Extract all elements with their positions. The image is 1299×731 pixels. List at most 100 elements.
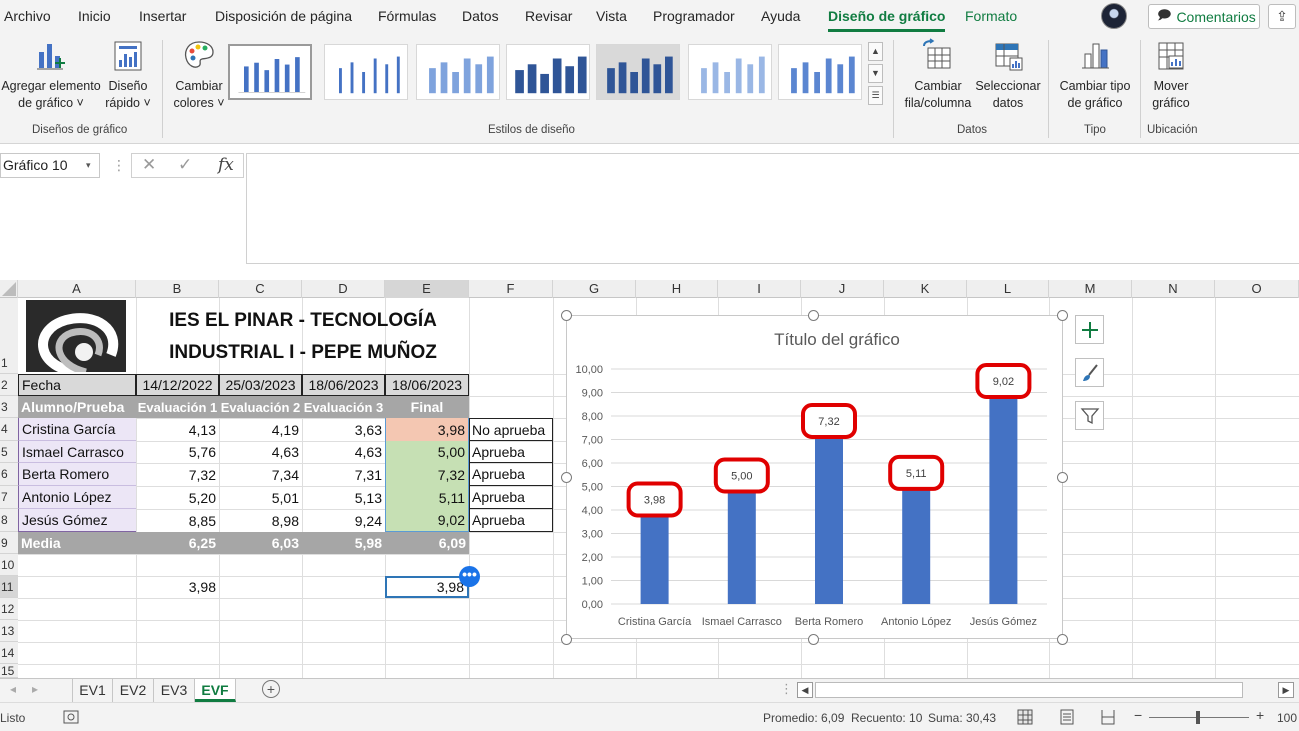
comments-button[interactable]: 🗩 Comentarios xyxy=(1148,4,1260,29)
cell-e11-active[interactable]: 3,98 xyxy=(385,576,469,598)
cell-d2[interactable]: 18/06/2023 xyxy=(302,374,385,396)
tab-diseno-grafico[interactable]: Diseño de gráfico xyxy=(828,8,946,32)
gallery-scroll-up-button[interactable]: ▲ xyxy=(868,42,883,61)
column-header-k[interactable]: K xyxy=(884,280,967,298)
row-header-13[interactable]: 13 xyxy=(0,620,18,642)
row-header-14[interactable]: 14 xyxy=(0,642,18,664)
cell-b4[interactable]: 4,13 xyxy=(136,418,219,441)
cell-f5[interactable]: Aprueba xyxy=(469,441,553,463)
column-header-b[interactable]: B xyxy=(136,280,219,298)
bar-1[interactable] xyxy=(640,510,669,604)
cell-e6[interactable]: 7,32 xyxy=(385,463,469,486)
column-header-n[interactable]: N xyxy=(1132,280,1215,298)
column-header-a[interactable]: A xyxy=(18,280,136,298)
quick-layout-button[interactable]: Diseño rápido ˅ xyxy=(102,38,154,112)
cell-f6[interactable]: Aprueba xyxy=(469,463,553,486)
column-header-o[interactable]: O xyxy=(1215,280,1299,298)
cell-e5[interactable]: 5,00 xyxy=(385,441,469,463)
chart-style-6-thumbnail[interactable] xyxy=(688,44,772,100)
chart-style-3-thumbnail[interactable] xyxy=(416,44,500,100)
row-header-7[interactable]: 7 xyxy=(0,486,18,509)
tab-insertar[interactable]: Insertar xyxy=(139,8,186,24)
enter-icon[interactable]: ✓ xyxy=(178,155,192,175)
cell-b9[interactable]: 6,25 xyxy=(136,532,219,554)
cell-a5[interactable]: Ismael Carrasco xyxy=(18,441,136,463)
change-colors-button[interactable]: Cambiar colores ˅ xyxy=(170,38,228,112)
bar-3[interactable] xyxy=(815,431,843,604)
cell-a6[interactable]: Berta Romero xyxy=(18,463,136,486)
scroll-right-button[interactable]: ▶ xyxy=(1278,682,1294,698)
scroll-tabs-left-icon[interactable]: ◂ xyxy=(10,682,16,696)
tab-datos[interactable]: Datos xyxy=(462,8,499,24)
chart-resize-handle-t[interactable] xyxy=(808,310,819,321)
cell-c4[interactable]: 4,19 xyxy=(219,418,302,441)
horizontal-scrollbar-thumb[interactable] xyxy=(815,682,1243,698)
cell-b6[interactable]: 7,32 xyxy=(136,463,219,486)
add-chart-element-button[interactable]: Agregar elemento de gráfico ˅ xyxy=(0,38,102,112)
tab-vista[interactable]: Vista xyxy=(596,8,627,24)
column-header-d[interactable]: D xyxy=(302,280,385,298)
cell-c6[interactable]: 7,34 xyxy=(219,463,302,486)
cell-a4[interactable]: Cristina García xyxy=(18,418,136,441)
cell-a2[interactable]: Fecha xyxy=(18,374,136,396)
column-header-g[interactable]: G xyxy=(553,280,636,298)
move-chart-button[interactable]: Mover gráfico xyxy=(1143,38,1199,112)
column-header-j[interactable]: J xyxy=(801,280,884,298)
cell-d9[interactable]: 5,98 xyxy=(302,532,385,554)
avatar[interactable] xyxy=(1101,3,1127,29)
cell-c8[interactable]: 8,98 xyxy=(219,509,302,532)
chart-style-1-thumbnail[interactable] xyxy=(228,44,312,100)
chart-filters-button[interactable] xyxy=(1075,401,1104,430)
cell-d7[interactable]: 5,13 xyxy=(302,486,385,509)
cell-d4[interactable]: 3,63 xyxy=(302,418,385,441)
row-header-1[interactable]: 1 xyxy=(0,298,18,374)
status-count[interactable]: Recuento: 10 xyxy=(851,711,922,725)
cell-c9[interactable]: 6,03 xyxy=(219,532,302,554)
switch-row-column-button[interactable]: Cambiar fila/columna xyxy=(899,38,977,112)
column-header-i[interactable]: I xyxy=(718,280,801,298)
cell-a7[interactable]: Antonio López xyxy=(18,486,136,509)
cell-c3[interactable]: Evaluación 2 xyxy=(219,396,302,418)
page-break-view-icon[interactable] xyxy=(1100,709,1116,725)
add-sheet-icon[interactable]: + xyxy=(262,680,280,698)
cell-b11[interactable]: 3,98 xyxy=(136,576,219,598)
share-button[interactable]: ⇪ xyxy=(1268,4,1296,29)
chart-resize-handle-b[interactable] xyxy=(808,634,819,645)
cell-b2[interactable]: 14/12/2022 xyxy=(136,374,219,396)
tab-archivo[interactable]: Archivo xyxy=(4,8,51,24)
status-sum[interactable]: Suma: 30,43 xyxy=(928,711,996,725)
tab-formulas[interactable]: Fórmulas xyxy=(378,8,436,24)
chart-resize-handle-bl[interactable] xyxy=(561,634,572,645)
column-header-c[interactable]: C xyxy=(219,280,302,298)
cell-c2[interactable]: 25/03/2023 xyxy=(219,374,302,396)
chart-area[interactable]: Título del gráfico 0,00 1,00 2,00 3,00 4,00 5,… xyxy=(566,315,1063,639)
select-all-corner[interactable] xyxy=(0,280,18,298)
column-header-f[interactable]: F xyxy=(469,280,553,298)
accessibility-icon[interactable] xyxy=(63,710,79,724)
cell-c7[interactable]: 5,01 xyxy=(219,486,302,509)
row-header-15[interactable]: 15 xyxy=(0,664,18,678)
column-header-l[interactable]: L xyxy=(967,280,1049,298)
row-header-4[interactable]: 4 xyxy=(0,418,18,441)
quick-analysis-more-icon[interactable]: ••• xyxy=(459,566,480,587)
row-header-9[interactable]: 9 xyxy=(0,532,18,554)
sheet-tab-evf[interactable]: EVF xyxy=(195,679,236,702)
scroll-left-button[interactable]: ◀ xyxy=(797,682,813,698)
zoom-level[interactable]: 100 xyxy=(1277,711,1297,725)
chart-resize-handle-r[interactable] xyxy=(1057,472,1068,483)
tab-inicio[interactable]: Inicio xyxy=(78,8,111,24)
cell-e4[interactable]: 3,98 xyxy=(385,418,469,441)
tab-formato[interactable]: Formato xyxy=(965,8,1017,24)
chart-style-2-thumbnail[interactable] xyxy=(324,44,408,100)
normal-view-icon[interactable] xyxy=(1017,709,1033,725)
cell-b8[interactable]: 8,85 xyxy=(136,509,219,532)
row-header-2[interactable]: 2 xyxy=(0,374,18,396)
cell-e3[interactable]: Final xyxy=(385,396,469,418)
tab-splitter-icon[interactable]: ⋮ xyxy=(780,681,793,697)
row-header-3[interactable]: 3 xyxy=(0,396,18,418)
scroll-tabs-right-icon[interactable]: ▸ xyxy=(32,682,38,696)
chart-resize-handle-tr[interactable] xyxy=(1057,310,1068,321)
chart-resize-handle-l[interactable] xyxy=(561,472,572,483)
select-data-button[interactable]: Seleccionar datos xyxy=(973,38,1043,112)
bar-5[interactable] xyxy=(989,392,1018,604)
